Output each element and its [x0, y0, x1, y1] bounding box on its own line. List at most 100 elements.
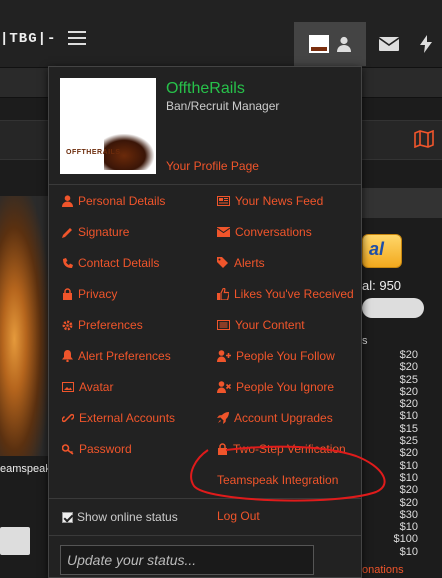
site-title[interactable]: |TBG|- [0, 31, 56, 47]
menu-item-label: Your News Feed [235, 194, 324, 208]
menu-item-likes-received[interactable]: Likes You've Received [217, 285, 354, 303]
link-icon [62, 413, 74, 423]
paypal-donate-button[interactable]: al [362, 234, 402, 268]
nav-avatar [309, 35, 329, 53]
donation-amount: $100 [393, 533, 418, 546]
menu-item-label: People You Ignore [236, 380, 335, 394]
donation-amount: $10 [399, 521, 418, 534]
menu-item-people-you-ignore[interactable]: People You Ignore [217, 378, 334, 396]
menu-item-label: External Accounts [79, 411, 176, 425]
menu-item-label: Preferences [78, 318, 143, 332]
donation-amount: $25 [399, 435, 418, 448]
divider [49, 535, 361, 536]
bolt-icon [420, 35, 432, 53]
menu-item-alerts[interactable]: Alerts [217, 254, 265, 272]
background-button[interactable] [0, 527, 30, 555]
donor-list-header: s [362, 335, 368, 347]
donation-amount: $20 [399, 349, 418, 361]
divider [49, 184, 361, 185]
thumbs-up-icon [217, 288, 229, 300]
avatar-logo-text: OFFTHERAILS [66, 149, 121, 156]
menu-item-label: Conversations [235, 225, 312, 239]
user-icon [337, 36, 351, 52]
alerts-button[interactable] [410, 22, 442, 66]
menu-item-label: Contact Details [78, 256, 160, 270]
menu-item-label: People You Follow [236, 349, 335, 363]
donation-amount: $20 [399, 496, 418, 509]
rocket-icon [217, 412, 229, 424]
lock-icon [63, 288, 72, 300]
newspaper-icon [217, 196, 230, 206]
key-icon [62, 443, 74, 455]
donation-progress-bar [362, 298, 424, 318]
menu-item-password[interactable]: Password [62, 440, 132, 458]
donation-amount: $30 [399, 508, 418, 521]
menu-item-your-content[interactable]: Your Content [217, 316, 305, 334]
inbox-button[interactable] [366, 22, 412, 66]
menu-item-label: Password [79, 442, 132, 456]
donation-amount: $10 [399, 459, 418, 472]
menu-item-people-you-follow[interactable]: People You Follow [217, 347, 335, 365]
menu-item-label: Signature [78, 225, 130, 239]
image-icon [62, 382, 74, 392]
donations-link[interactable]: onations [362, 564, 404, 576]
donation-amount: $20 [399, 447, 418, 460]
menu-item-account-upgrades[interactable]: Account Upgrades [217, 409, 333, 427]
menu-item-label: Likes You've Received [234, 287, 354, 301]
annotation-circle [190, 445, 386, 502]
menu-item-personal-details[interactable]: Personal Details [62, 192, 165, 210]
donation-amount: $15 [399, 422, 418, 435]
menu-item-avatar[interactable]: Avatar [62, 378, 113, 396]
map-icon[interactable] [414, 130, 434, 148]
menu-item-label: Your Content [235, 318, 305, 332]
user-title: Ban/Recruit Manager [166, 99, 280, 113]
phone-icon [63, 257, 73, 268]
menu-item-preferences[interactable]: Preferences [62, 316, 143, 334]
status-update-input[interactable] [60, 545, 314, 575]
background-label: eamspeak [0, 463, 51, 475]
menu-item-label: Alert Preferences [78, 349, 171, 363]
donation-total: al: 950 [362, 278, 402, 293]
pen-icon [62, 227, 72, 238]
hamburger-menu-icon[interactable] [68, 31, 86, 45]
logout-link[interactable]: Log Out [217, 509, 260, 523]
account-menu-button[interactable] [294, 22, 366, 66]
menu-item-conversations[interactable]: Conversations [217, 223, 312, 241]
menu-item-privacy[interactable]: Privacy [62, 285, 117, 303]
donation-amount: $10 [399, 545, 418, 558]
menu-item-label: Account Upgrades [234, 411, 333, 425]
avatar[interactable]: OFFTHERAILS [60, 78, 156, 174]
donation-amount: $20 [399, 398, 418, 411]
gear-icon [62, 320, 73, 330]
user-plus-icon [217, 350, 231, 362]
sidebar-header [360, 188, 442, 218]
background-image [0, 196, 48, 456]
menu-item-label: Avatar [79, 380, 114, 394]
show-online-checkbox[interactable] [62, 511, 73, 523]
menu-item-alert-preferences[interactable]: Alert Preferences [62, 347, 171, 365]
menu-item-label: Privacy [78, 287, 118, 301]
menu-item-label: Alerts [234, 256, 265, 270]
donation-amount: $20 [399, 385, 418, 398]
donation-amount: $25 [399, 373, 418, 386]
menu-item-news-feed[interactable]: Your News Feed [217, 192, 323, 210]
list-icon [217, 320, 230, 330]
bell-icon [62, 350, 73, 362]
envelope-icon [217, 227, 230, 237]
profile-page-link[interactable]: Your Profile Page [166, 159, 259, 173]
donation-amounts: $20 $20 $25 $20 $20 $10 $15 $25 $20 $10 $10 $20 $20 $… [388, 349, 418, 558]
menu-item-external-accounts[interactable]: External Accounts [62, 409, 175, 427]
envelope-icon [379, 37, 399, 51]
tags-icon [217, 257, 228, 268]
top-navigation: |TBG|- [0, 0, 442, 68]
user-times-icon [217, 381, 231, 393]
show-online-status-toggle[interactable]: Show online status [62, 510, 178, 524]
menu-item-signature[interactable]: Signature [62, 223, 129, 241]
username[interactable]: OfftheRails [166, 80, 245, 98]
menu-item-label: Personal Details [78, 194, 166, 208]
donation-amount: $10 [399, 410, 418, 423]
menu-item-contact-details[interactable]: Contact Details [62, 254, 159, 272]
donation-amount: $10 [399, 471, 418, 484]
show-online-label: Show online status [77, 510, 178, 524]
user-icon [62, 195, 73, 207]
